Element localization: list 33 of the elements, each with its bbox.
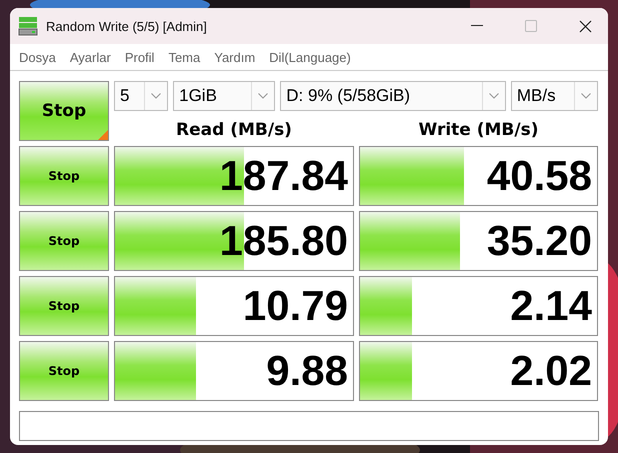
stop-button[interactable]: Stop	[19, 211, 109, 271]
write-value: 35.20	[486, 217, 592, 265]
maximize-icon	[525, 20, 537, 32]
window-title: Random Write (5/5) [Admin]	[46, 18, 208, 34]
read-value: 10.79	[242, 282, 348, 330]
caret-icon	[151, 93, 162, 99]
read-value: 9.88	[266, 347, 348, 395]
dropdown[interactable]: 1GiB	[173, 81, 276, 111]
stop-button[interactable]: Stop	[19, 276, 109, 336]
menu-item[interactable]: Dosya	[14, 50, 65, 64]
stop-button[interactable]: Stop	[19, 146, 109, 206]
corner-triangle-icon	[98, 130, 108, 140]
dropdown[interactable]: 5	[114, 81, 168, 111]
dropdown[interactable]: MB/s	[510, 81, 598, 111]
write-value: 2.02	[510, 347, 592, 395]
app-icon	[18, 16, 38, 36]
minimize-icon	[471, 25, 483, 27]
menu-item[interactable]: Tema	[163, 50, 210, 64]
column-header: Read (MB/s)	[175, 119, 293, 141]
menu-item[interactable]: Profil	[120, 50, 164, 64]
dropdown[interactable]: D: 9% (5/58GiB)	[280, 81, 506, 111]
write-value: 2.14	[510, 282, 592, 330]
stop-button[interactable]: Stop	[19, 341, 109, 401]
caret-icon	[488, 93, 499, 99]
menu-item[interactable]: Ayarlar	[64, 50, 120, 64]
caret-icon	[580, 93, 591, 99]
stop-button[interactable]: Stop	[19, 81, 109, 141]
menu-item[interactable]: Yardım	[209, 50, 264, 64]
menu-item[interactable]: Dil(Language)	[264, 50, 360, 64]
column-header: Write (MB/s)	[418, 119, 540, 141]
caret-icon	[258, 93, 268, 99]
write-value: 40.58	[486, 152, 592, 200]
close-icon	[578, 20, 592, 32]
